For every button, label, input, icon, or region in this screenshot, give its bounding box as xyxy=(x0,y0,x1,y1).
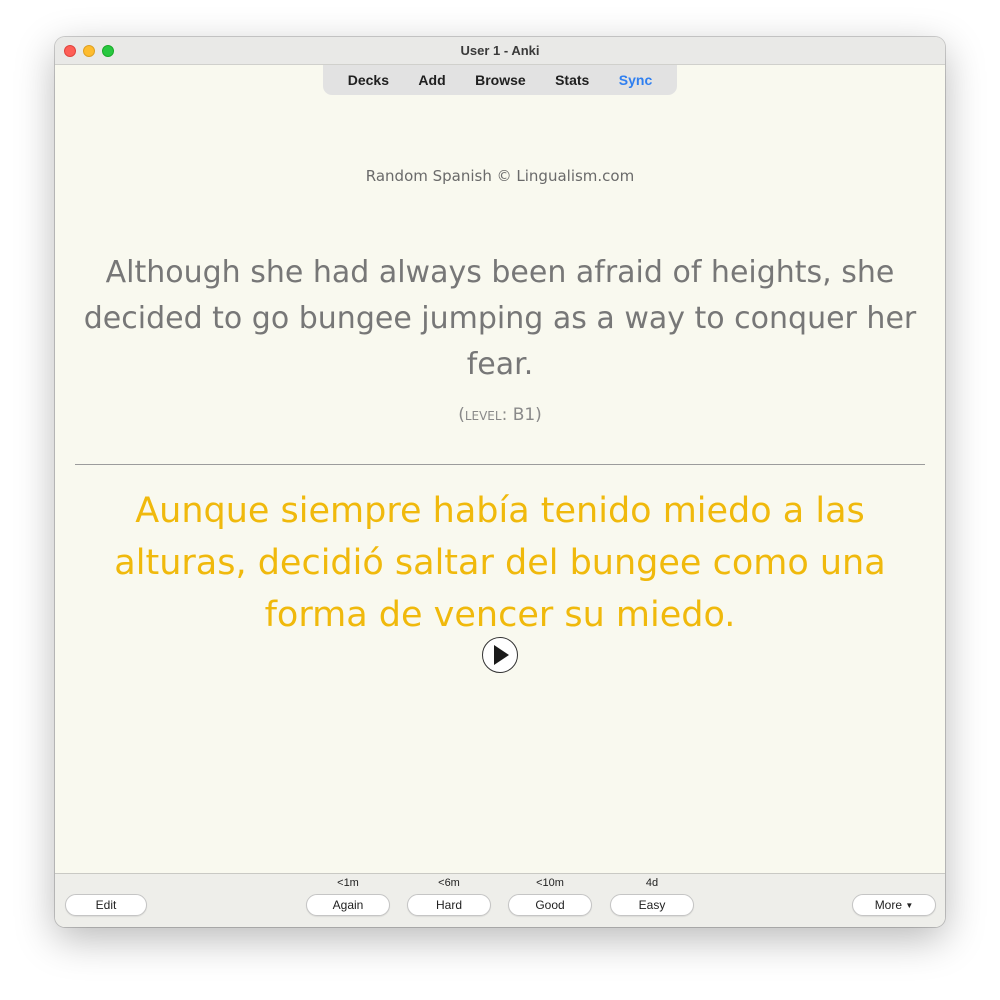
answer-bar: Edit <1m Again <6m Hard <10m Good 4d Eas… xyxy=(55,873,945,927)
card-back-text: Aunque siempre había tenido miedo a las … xyxy=(114,491,886,635)
toolbar-browse[interactable]: Browse xyxy=(475,72,526,88)
again-button[interactable]: Again xyxy=(306,894,390,916)
good-button-label: Good xyxy=(535,898,565,912)
toolbar-sync[interactable]: Sync xyxy=(619,72,652,88)
card-front-text: Although she had always been afraid of h… xyxy=(83,255,917,382)
toolbar-decks[interactable]: Decks xyxy=(348,72,389,88)
card-level: (level: B1) xyxy=(458,405,542,425)
hard-button[interactable]: Hard xyxy=(407,894,491,916)
hard-interval: <6m xyxy=(438,877,460,889)
deck-attribution: Random Spanish © Lingualism.com xyxy=(365,167,635,185)
answer-divider xyxy=(75,464,925,465)
chevron-down-icon: ▼ xyxy=(905,901,914,910)
good-button[interactable]: Good xyxy=(508,894,592,916)
window-title: User 1 - Anki xyxy=(460,43,540,58)
toolbar-add[interactable]: Add xyxy=(418,72,445,88)
anki-window: User 1 - Anki Decks Add Browse Stats Syn… xyxy=(55,37,945,927)
card-content: Random Spanish © Lingualism.com Although… xyxy=(55,95,945,873)
play-icon xyxy=(494,645,509,665)
easy-interval: 4d xyxy=(645,877,659,889)
title-bar[interactable]: User 1 - Anki xyxy=(55,37,945,65)
again-interval: <1m xyxy=(337,877,359,889)
edit-button-label: Edit xyxy=(95,898,117,912)
hard-button-label: Hard xyxy=(435,898,462,912)
more-button-label: More xyxy=(874,898,903,912)
toolbar-stats[interactable]: Stats xyxy=(555,72,589,88)
play-audio-button[interactable] xyxy=(482,637,518,673)
edit-button[interactable]: Edit xyxy=(65,894,147,916)
easy-button[interactable]: Easy xyxy=(610,894,694,916)
main-toolbar: Decks Add Browse Stats Sync xyxy=(323,65,677,95)
again-button-label: Again xyxy=(332,898,364,912)
more-button[interactable]: More ▼ xyxy=(852,894,936,916)
easy-button-label: Easy xyxy=(638,898,666,912)
good-interval: <10m xyxy=(536,877,564,889)
